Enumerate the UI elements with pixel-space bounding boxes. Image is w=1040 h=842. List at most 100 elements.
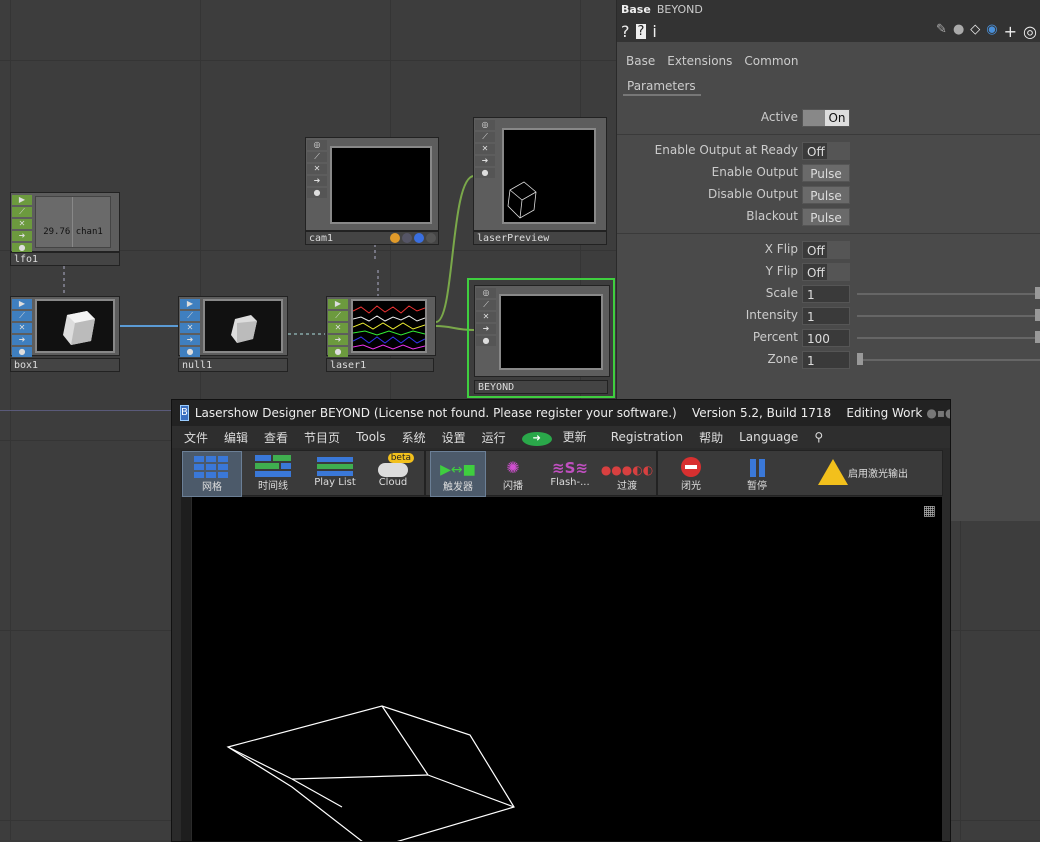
param-label: X Flip [764, 242, 798, 256]
param-label: Percent [752, 330, 798, 344]
menu-help[interactable]: 帮助 [691, 429, 731, 446]
blackout-button[interactable]: 闭光 [666, 451, 716, 495]
intensity-slider[interactable] [857, 315, 1040, 317]
box-viewer [35, 299, 115, 353]
pause-button[interactable]: 暂停 [732, 451, 782, 495]
laser-wireframe [226, 705, 515, 841]
x-flip-toggle[interactable]: Off [802, 241, 850, 259]
lfo-readout: 29.76 chan1 [43, 227, 103, 237]
param-disable-output: Disable Output Pulse [617, 184, 1040, 206]
menu-registration[interactable]: Registration [603, 430, 691, 444]
node-beyond[interactable]: ◎ ⟋ ✕ ➜ ● BEYOND [467, 278, 615, 398]
param-label: Active [760, 110, 798, 124]
menu-edit[interactable]: 编辑 [216, 429, 256, 446]
info-icon[interactable]: i [652, 22, 656, 41]
beyond-app-icon: B [180, 405, 189, 421]
percent-slider[interactable] [857, 337, 1040, 339]
param-enable-output: Enable Output Pulse [617, 162, 1040, 184]
menu-system[interactable]: 系统 [394, 429, 434, 446]
percent-field[interactable]: 100 [802, 329, 850, 347]
menu-run[interactable]: 运行 [474, 429, 514, 446]
beyond-toolbar: 网格 时间线 Play List beta Cloud ▶↔■ 触发器 ✺ 闪播… [181, 450, 943, 497]
param-label: Intensity [745, 308, 798, 322]
enable-at-ready-toggle[interactable]: Off [802, 142, 850, 160]
zone-field[interactable]: 1 [802, 351, 850, 369]
enable-laser-output-button[interactable]: 启用激光输出 [812, 451, 922, 495]
beyond-preview[interactable]: ▦ [192, 497, 942, 841]
grid-button[interactable]: 网格 [182, 451, 242, 497]
node-label: laser1 [326, 358, 434, 372]
cloud-button[interactable]: beta Cloud [370, 451, 416, 495]
left-strip [181, 497, 191, 841]
flash-button[interactable]: ≋S≋ Flash-... [540, 451, 600, 495]
beyond-viewer [499, 294, 603, 370]
timeline-button[interactable]: 时间线 [244, 451, 302, 495]
param-label: Scale [765, 286, 798, 300]
param-y-flip: Y Flip Off [617, 261, 1040, 283]
param-active: Active On [617, 107, 1040, 129]
search-icon[interactable]: ⚲ [806, 430, 831, 444]
python-icon[interactable]: ◉ [986, 22, 997, 41]
pencil-icon[interactable]: ✎ [936, 22, 947, 41]
title-obscured-glyphs: ●▪●▪● [926, 406, 950, 420]
active-toggle[interactable]: On [802, 109, 850, 127]
trigger-button[interactable]: ▶↔■ 触发器 [430, 451, 486, 497]
op-name: BEYOND [656, 3, 703, 16]
param-scale: Scale 1 [617, 283, 1040, 305]
panel-toolbar: ? ? i ✎ ● ◇ ◉ + ◎ [617, 20, 1040, 42]
param-blackout: Blackout Pulse [617, 206, 1040, 228]
menu-language[interactable]: Language [731, 430, 806, 444]
menu-view[interactable]: 查看 [256, 429, 296, 446]
cam-viewer [330, 146, 432, 224]
eraser-icon[interactable]: ◇ [970, 22, 980, 41]
node-label: lfo1 [10, 252, 120, 266]
tab-base[interactable]: Base [626, 54, 655, 72]
target-icon[interactable]: ◎ [1023, 22, 1037, 41]
enable-output-pulse-button[interactable]: Pulse [802, 164, 850, 182]
tab-common[interactable]: Common [744, 54, 798, 72]
menu-settings[interactable]: 设置 [434, 429, 474, 446]
tab-parameters[interactable]: Parameters [623, 76, 701, 96]
op-type: Base [621, 3, 651, 16]
playlist-button[interactable]: Play List [304, 451, 366, 495]
pause-icon [749, 459, 756, 477]
node-label: null1 [178, 358, 288, 372]
help-icon[interactable]: ? [621, 22, 630, 41]
beyond-window: B Lasershow Designer BEYOND (License not… [171, 399, 951, 842]
scale-slider-handle[interactable] [1035, 287, 1040, 299]
tab-extensions[interactable]: Extensions [667, 54, 732, 72]
param-enable-output-at-ready: Enable Output at Ready Off [617, 140, 1040, 162]
percent-slider-handle[interactable] [1035, 331, 1040, 343]
plus-icon[interactable]: + [1004, 22, 1017, 41]
transition-icon: ●●●◐◐ [600, 463, 654, 477]
node-label: box1 [10, 358, 120, 372]
menu-update[interactable]: ➜ 更新 [514, 428, 603, 446]
menu-showpage[interactable]: 节目页 [296, 429, 348, 446]
trigger-icon: ▶↔■ [440, 462, 476, 478]
flash-play-button[interactable]: ✺ 闪播 [488, 451, 538, 495]
transition-button[interactable]: ●●●◐◐ 过渡 [600, 451, 654, 495]
python-help-icon[interactable]: ? [635, 23, 647, 39]
scale-field[interactable]: 1 [802, 285, 850, 303]
scale-slider[interactable] [857, 293, 1040, 295]
param-label: Enable Output at Ready [654, 143, 798, 157]
menu-file[interactable]: 文件 [176, 429, 216, 446]
node-label: laserPreview [473, 231, 607, 245]
comment-icon[interactable]: ● [953, 22, 964, 41]
beyond-titlebar[interactable]: B Lasershow Designer BEYOND (License not… [172, 400, 950, 426]
zone-slider[interactable] [857, 359, 1040, 361]
disable-output-pulse-button[interactable]: Pulse [802, 186, 850, 204]
flash-s-icon: ≋S≋ [552, 459, 588, 477]
warning-icon [818, 459, 848, 485]
intensity-field[interactable]: 1 [802, 307, 850, 325]
update-arrow-icon: ➜ [521, 432, 552, 446]
blackout-pulse-button[interactable]: Pulse [802, 208, 850, 226]
menu-tools[interactable]: Tools [348, 430, 394, 444]
param-zone: Zone 1 [617, 349, 1040, 371]
beta-badge: beta [387, 453, 414, 463]
intensity-slider-handle[interactable] [1035, 309, 1040, 321]
zone-slider-handle[interactable] [857, 353, 863, 365]
y-flip-toggle[interactable]: Off [802, 263, 850, 281]
null-viewer [203, 299, 283, 353]
lfo-viewer: 29.76 chan1 [35, 196, 111, 248]
